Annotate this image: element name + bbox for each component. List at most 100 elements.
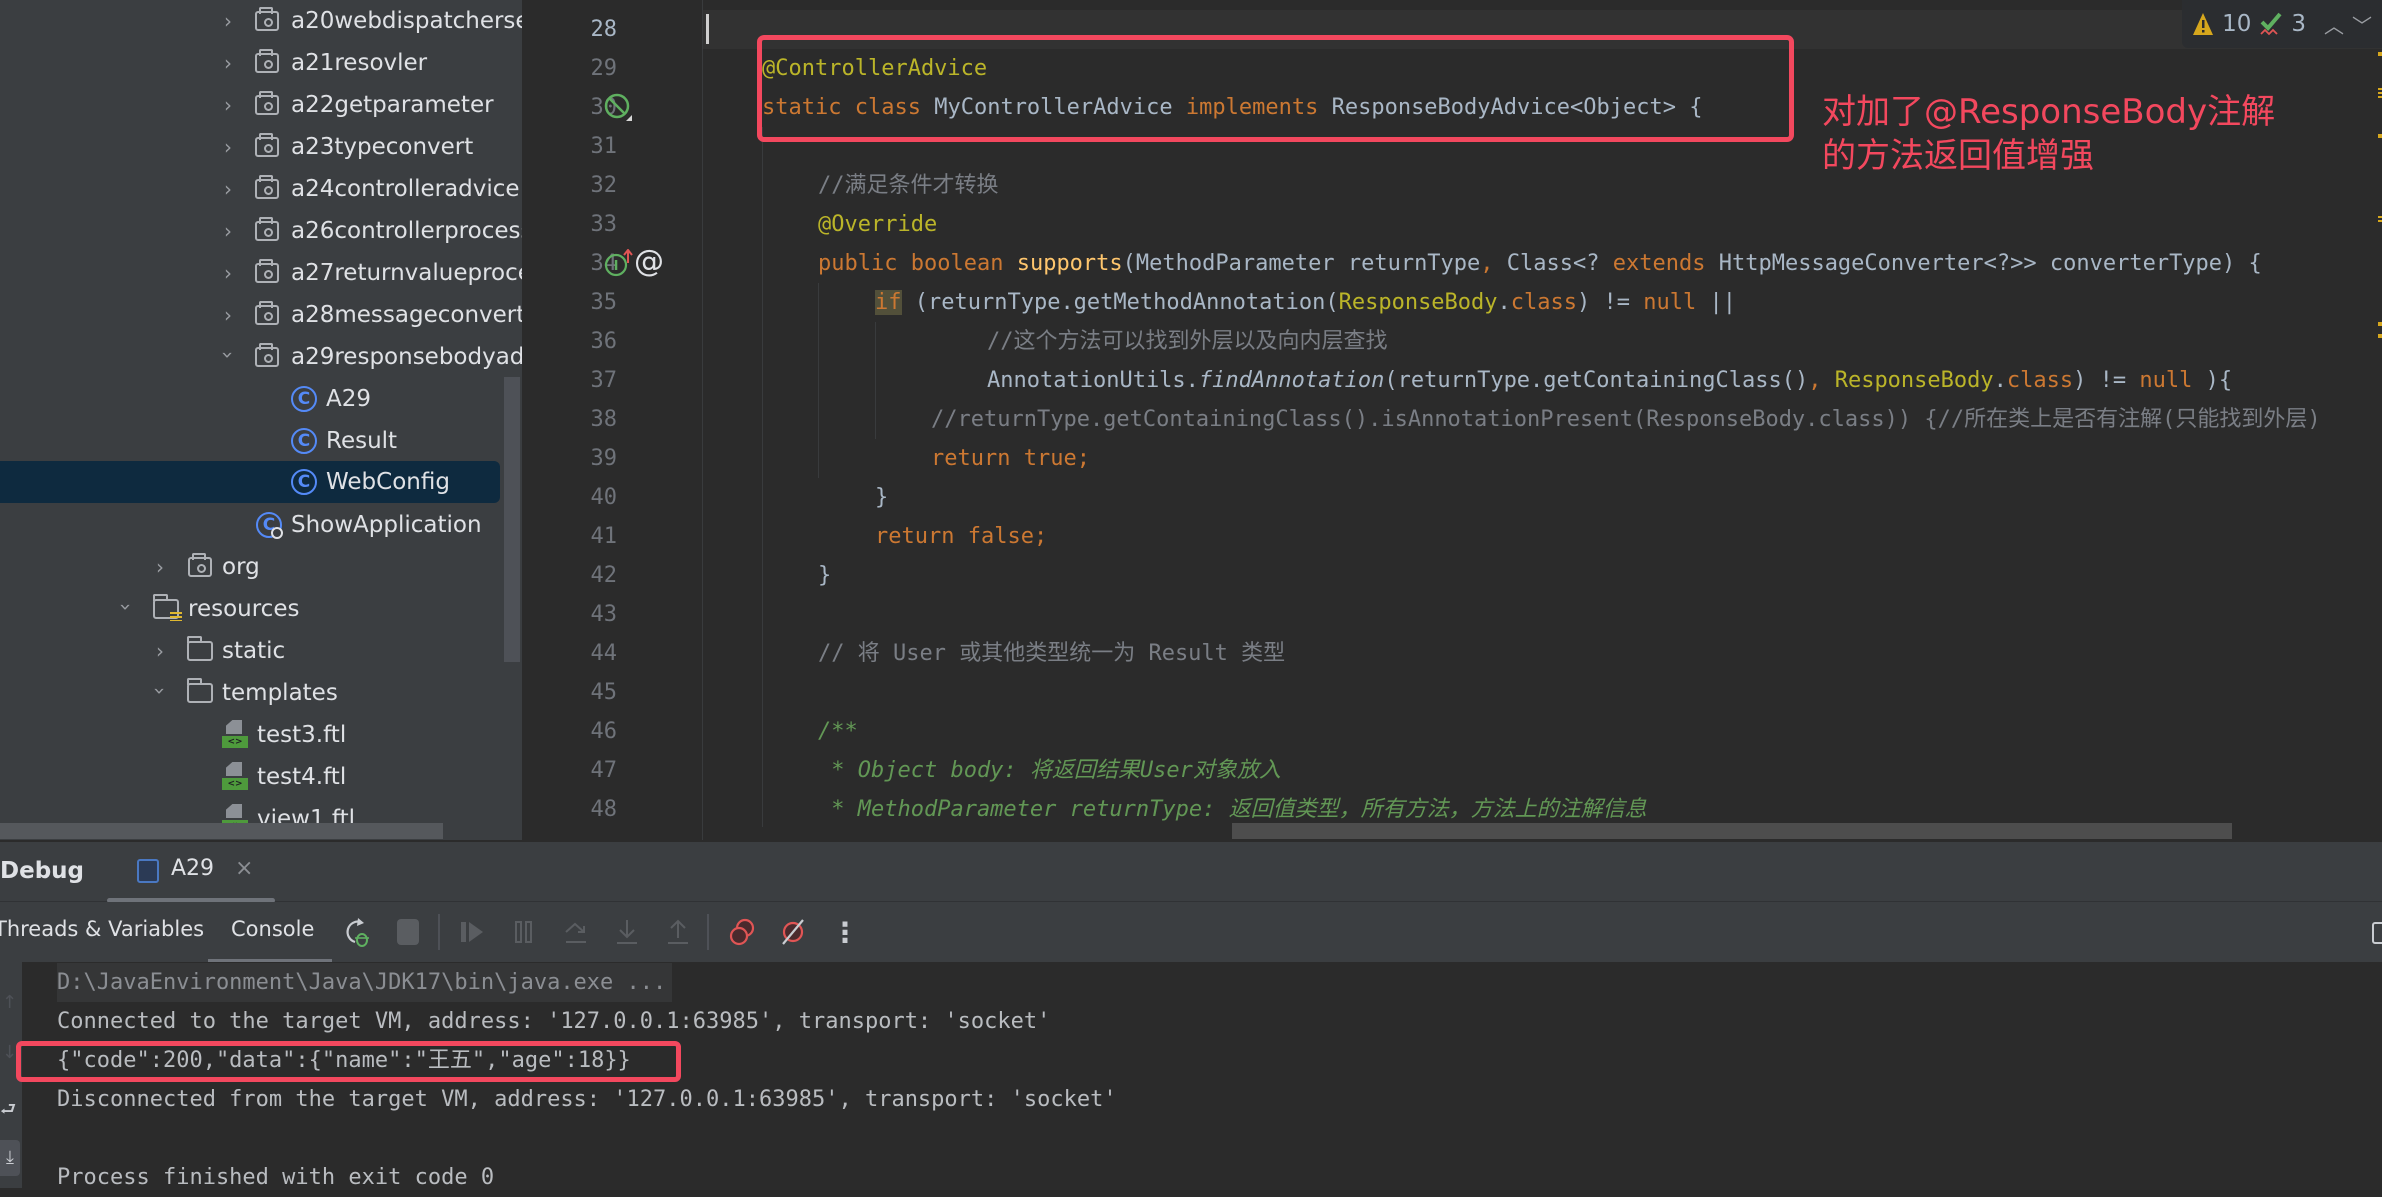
code-line-34: public boolean supports(MethodParameter … bbox=[818, 251, 2262, 276]
tree-item-label: A29 bbox=[326, 386, 372, 412]
tab-console[interactable]: Console bbox=[231, 917, 314, 941]
tree-item-a24controlleradvice[interactable]: › a24controlleradvice bbox=[0, 168, 520, 210]
code-line-36: //这个方法可以找到外层以及向内层查找 bbox=[987, 329, 1388, 354]
tab-threads-variables[interactable]: Threads & Variables bbox=[0, 917, 204, 941]
line-number: 46 bbox=[590, 719, 618, 744]
tree-item-a28messageconvert[interactable]: › a28messageconvert bbox=[0, 294, 522, 336]
scroll-up-icon[interactable]: ↑ bbox=[2, 992, 17, 1013]
tree-item-label: templates bbox=[222, 680, 338, 706]
error-stripe-mark[interactable] bbox=[2378, 334, 2382, 338]
next-highlight-icon[interactable]: ﹀ bbox=[2352, 10, 2372, 39]
chevron-down-icon[interactable]: › bbox=[216, 347, 240, 363]
console-line: Process finished with exit code 0 bbox=[57, 1165, 495, 1190]
resume-icon[interactable] bbox=[456, 916, 488, 948]
tree-item-label: a29responsebodyadvice bbox=[291, 344, 522, 370]
error-stripe-mark[interactable] bbox=[2378, 134, 2382, 138]
close-icon[interactable]: × bbox=[235, 856, 253, 881]
tree-item-a26controllerprocess[interactable]: › a26controllerprocess bbox=[0, 210, 522, 252]
chevron-right-icon[interactable]: › bbox=[152, 641, 168, 661]
error-stripe-mark[interactable] bbox=[2378, 88, 2382, 98]
no-autowired-candidate-icon[interactable] bbox=[604, 93, 634, 123]
previous-highlight-icon[interactable]: ︿ bbox=[2324, 10, 2344, 39]
step-over-icon[interactable] bbox=[560, 916, 592, 948]
annotation-note: 对加了@ResponseBody注解 的方法返回值增强 bbox=[1822, 90, 2275, 178]
tree-item-resources[interactable]: › resources bbox=[0, 588, 500, 630]
tree-item-result-class[interactable]: C Result bbox=[0, 420, 500, 462]
soft-wrap-icon[interactable]: ⮐ bbox=[0, 1097, 16, 1127]
tree-item-a27returnvalueprocessor[interactable]: › a27returnvalueprocessor bbox=[0, 252, 522, 294]
layout-settings-icon[interactable] bbox=[2372, 922, 2382, 944]
pause-icon[interactable] bbox=[508, 916, 540, 948]
annotation-note-line: 对加了@ResponseBody注解 bbox=[1822, 92, 2276, 132]
stop-icon[interactable] bbox=[392, 916, 424, 948]
code-line-33: @Override bbox=[818, 212, 938, 237]
chevron-down-icon[interactable]: › bbox=[114, 599, 138, 615]
debug-tool-window-header: Debug A29 × bbox=[0, 840, 2382, 903]
error-stripe-mark[interactable] bbox=[2378, 52, 2382, 56]
code-line-46: /** bbox=[818, 719, 858, 744]
session-tab-label: A29 bbox=[171, 856, 215, 881]
code-editor[interactable]: 28 29 30 31 32 33 34 35 36 37 38 39 40 4… bbox=[522, 0, 2382, 840]
text-caret bbox=[706, 14, 709, 44]
console-annotation-highlight-box bbox=[16, 1041, 681, 1082]
inspection-widget[interactable]: 10 3 ︿ ﹀ bbox=[2182, 0, 2382, 48]
mute-breakpoints-icon[interactable] bbox=[777, 916, 809, 948]
rerun-debug-icon[interactable] bbox=[341, 916, 373, 948]
tree-item-showapplication-class[interactable]: C ShowApplication bbox=[0, 504, 500, 546]
annotation-at-icon[interactable]: @ bbox=[634, 244, 664, 279]
project-tree-panel: › a20webdispatcherservlet › a21resovler … bbox=[0, 0, 522, 840]
chevron-right-icon[interactable]: › bbox=[220, 179, 236, 199]
tree-item-a23typeconvert[interactable]: › a23typeconvert bbox=[0, 126, 500, 168]
editor-horizontal-scrollbar[interactable] bbox=[1232, 823, 2232, 839]
scroll-down-icon[interactable]: ↓ bbox=[2, 1042, 17, 1063]
tree-item-test4-ftl[interactable]: <> test4.ftl bbox=[0, 756, 500, 798]
code-line-35: if (returnType.getMethodAnnotation(Respo… bbox=[875, 290, 1736, 315]
code-line-37: AnnotationUtils.findAnnotation(returnTyp… bbox=[987, 368, 2233, 393]
tree-item-a22getparameter[interactable]: › a22getparameter bbox=[0, 84, 500, 126]
error-stripe-mark[interactable] bbox=[2378, 216, 2382, 224]
chevron-right-icon[interactable]: › bbox=[220, 137, 236, 157]
console-line: D:\JavaEnvironment\Java\JDK17\bin\java.e… bbox=[57, 963, 673, 1002]
code-line-38: //returnType.getContainingClass().isAnno… bbox=[931, 407, 2321, 432]
implements-method-icon[interactable]: I bbox=[604, 249, 634, 279]
debug-session-tab-a29[interactable]: A29 × bbox=[105, 842, 275, 903]
chevron-right-icon[interactable]: › bbox=[220, 263, 236, 283]
more-options-icon[interactable]: ⋮ bbox=[829, 916, 861, 949]
tree-item-a20webdispatcherservlet[interactable]: › a20webdispatcherservlet bbox=[0, 0, 522, 42]
toolbar-separator bbox=[438, 914, 440, 950]
tree-item-static[interactable]: › static bbox=[0, 630, 500, 672]
folder-icon bbox=[186, 636, 214, 665]
view-breakpoints-icon[interactable] bbox=[726, 916, 758, 948]
chevron-down-icon[interactable]: › bbox=[148, 683, 172, 699]
tree-horizontal-scrollbar[interactable] bbox=[0, 823, 443, 839]
chevron-right-icon[interactable]: › bbox=[220, 53, 236, 73]
step-into-icon[interactable] bbox=[611, 916, 643, 948]
chevron-right-icon[interactable]: › bbox=[220, 95, 236, 115]
ftl-file-icon: <> bbox=[221, 762, 249, 790]
line-number: 45 bbox=[590, 680, 618, 705]
package-icon bbox=[253, 49, 281, 77]
tree-item-test3-ftl[interactable]: <> test3.ftl bbox=[0, 714, 500, 756]
tree-item-templates[interactable]: › templates bbox=[0, 672, 500, 714]
code-line-39: return true; bbox=[931, 446, 1090, 471]
step-out-icon[interactable] bbox=[662, 916, 694, 948]
tree-item-webconfig-class[interactable]: C WebConfig bbox=[0, 461, 500, 503]
chevron-right-icon[interactable]: › bbox=[220, 221, 236, 241]
chevron-right-icon[interactable]: › bbox=[152, 557, 168, 577]
line-number: 40 bbox=[590, 485, 618, 510]
console-line: Disconnected from the target VM, address… bbox=[57, 1087, 1117, 1112]
tree-item-a21resovler[interactable]: › a21resovler bbox=[0, 42, 500, 84]
tree-vertical-scrollbar[interactable] bbox=[504, 377, 520, 662]
error-stripe-mark[interactable] bbox=[2378, 322, 2382, 326]
scroll-to-end-icon[interactable]: ⤓ bbox=[0, 1140, 20, 1176]
tree-item-org[interactable]: › org bbox=[0, 546, 500, 588]
chevron-right-icon[interactable]: › bbox=[220, 11, 236, 31]
resources-folder-icon bbox=[152, 594, 182, 623]
tree-item-label: test4.ftl bbox=[257, 764, 347, 790]
tree-item-a29-class[interactable]: C A29 bbox=[0, 378, 500, 420]
spring-app-class-icon: C bbox=[255, 511, 283, 539]
tree-item-a29responsebodyadvice[interactable]: › a29responsebodyadvice bbox=[0, 336, 522, 378]
tree-item-label: a22getparameter bbox=[291, 92, 494, 118]
chevron-right-icon[interactable]: › bbox=[220, 305, 236, 325]
line-number: 31 bbox=[590, 134, 618, 159]
